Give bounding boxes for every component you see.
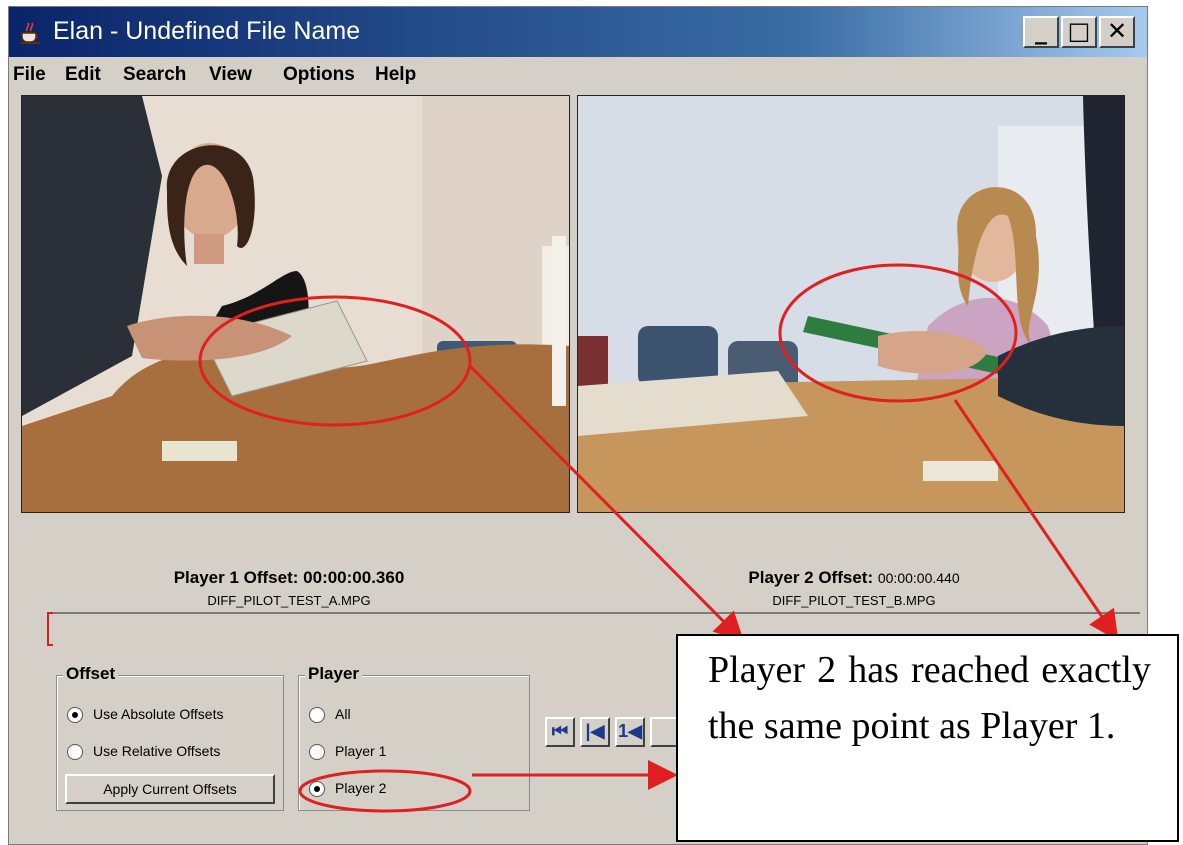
menu-file[interactable]: File <box>13 64 46 86</box>
player-group-title: Player <box>305 664 363 684</box>
timeline-crosshair[interactable] <box>47 612 53 646</box>
player-2-offset-value: 00:00:00.440 <box>877 570 960 586</box>
radio-button-selected[interactable] <box>67 707 83 724</box>
menu-options[interactable]: Options <box>283 64 355 86</box>
radio-button[interactable] <box>309 744 325 761</box>
player-2-label: Player 2 <box>335 780 387 796</box>
step-back-icon[interactable]: 1◀ <box>615 717 645 747</box>
video-player-2[interactable] <box>577 95 1125 513</box>
player-1-offset: Player 1 Offset: 00:00:00.360 <box>119 568 459 588</box>
title-bar: Elan - Undefined File Name _ □ ✕ <box>9 7 1147 57</box>
player-1-offset-label: Player 1 Offset: <box>173 568 299 587</box>
apply-current-offsets-button[interactable]: Apply Current Offsets <box>65 774 275 804</box>
player-groupbox: Player All Player 1 Player 2 <box>298 664 530 811</box>
video-frame-1 <box>22 96 569 512</box>
player-1-file: DIFF_PILOT_TEST_A.MPG <box>207 593 371 608</box>
previous-frame-icon[interactable]: |◀ <box>580 717 610 747</box>
menu-edit[interactable]: Edit <box>65 64 101 86</box>
player-2-file: DIFF_PILOT_TEST_B.MPG <box>772 593 936 608</box>
minimize-button[interactable]: _ <box>1023 16 1059 48</box>
menu-search[interactable]: Search <box>123 64 186 86</box>
player-1-offset-value: 00:00:00.360 <box>303 568 405 587</box>
video-frame-2 <box>578 96 1124 512</box>
video-player-1[interactable] <box>21 95 570 513</box>
radio-all[interactable]: All <box>309 706 351 724</box>
offset-group-title: Offset <box>63 664 119 684</box>
player-2-offset: Player 2 Offset: 00:00:00.440 <box>689 568 1019 588</box>
menu-bar: File Edit Search View Options Help <box>9 57 1147 95</box>
radio-absolute-offsets[interactable]: Use Absolute Offsets <box>67 706 224 724</box>
go-to-begin-icon[interactable]: ⏮ <box>545 717 575 747</box>
player-2-offset-label: Player 2 Offset: <box>748 568 874 587</box>
java-cup-icon <box>20 22 40 44</box>
radio-player-2[interactable]: Player 2 <box>309 780 387 798</box>
radio-player-1[interactable]: Player 1 <box>309 743 387 761</box>
offset-groupbox: Offset Use Absolute Offsets Use Relative… <box>56 664 284 811</box>
menu-help[interactable]: Help <box>375 64 416 86</box>
radio-button[interactable] <box>67 744 83 761</box>
timeline-track[interactable] <box>48 612 1140 614</box>
player-1-label: Player 1 <box>335 743 387 759</box>
window-title: Elan - Undefined File Name <box>53 17 361 45</box>
callout-text: Player 2 has reached exactly the same po… <box>708 649 1151 747</box>
annotation-callout: Player 2 has reached exactly the same po… <box>676 634 1179 842</box>
relative-offsets-label: Use Relative Offsets <box>93 743 221 759</box>
close-button[interactable]: ✕ <box>1099 16 1135 48</box>
absolute-offsets-label: Use Absolute Offsets <box>93 706 224 722</box>
radio-relative-offsets[interactable]: Use Relative Offsets <box>67 743 221 761</box>
radio-button[interactable] <box>309 707 325 724</box>
radio-button-selected[interactable] <box>309 781 325 798</box>
menu-view[interactable]: View <box>209 64 252 86</box>
all-label: All <box>335 706 351 722</box>
maximize-button[interactable]: □ <box>1061 16 1097 48</box>
